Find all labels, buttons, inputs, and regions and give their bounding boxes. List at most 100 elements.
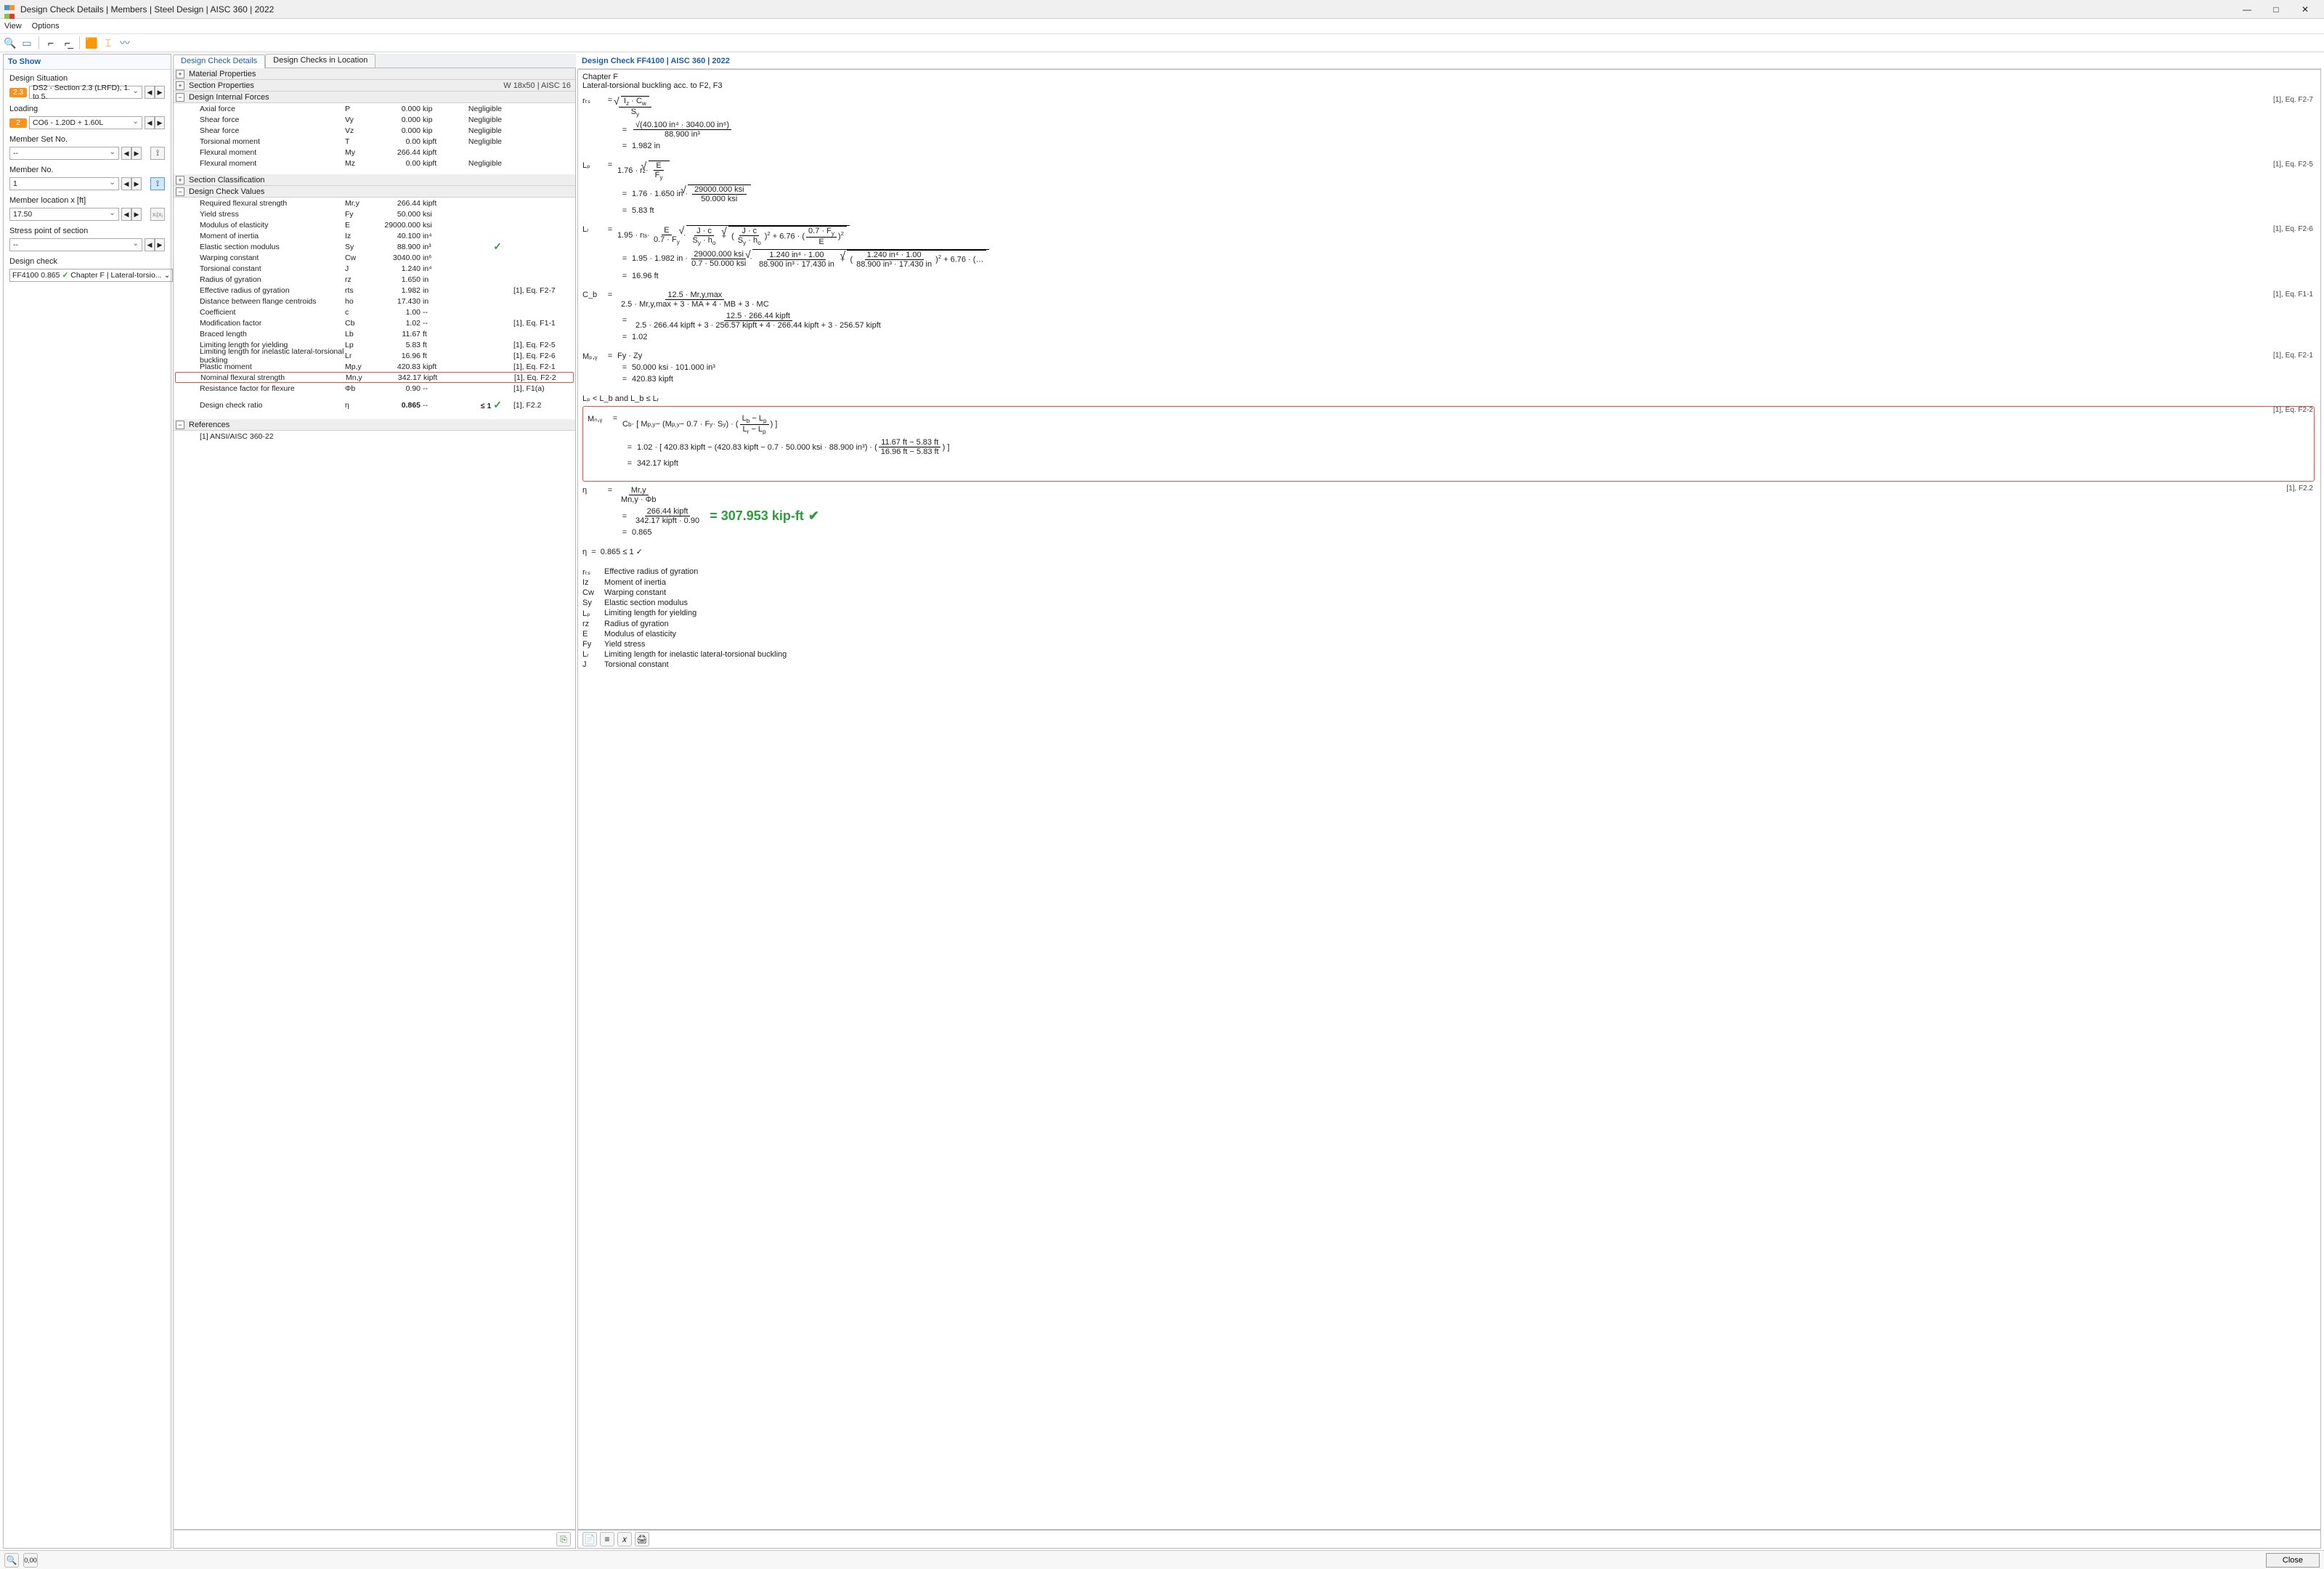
- menu-view[interactable]: View: [4, 22, 22, 31]
- eta-condition: η = 0.865 ≤ 1 ✓: [582, 547, 2315, 556]
- stress-point-label: Stress point of section: [9, 227, 165, 235]
- tool-graph-icon[interactable]: 〰: [118, 36, 132, 50]
- minimize-button[interactable]: —: [2232, 1, 2262, 18]
- data-row: Effective radius of gyrationrts1.982in[1…: [174, 285, 575, 296]
- tool-beam2-icon[interactable]: ⌐̲: [60, 36, 75, 50]
- section-row[interactable]: +Section Classification: [174, 174, 575, 186]
- next-button[interactable]: ▶: [131, 147, 142, 160]
- data-row: Braced lengthLb11.67ft: [174, 328, 575, 339]
- eq-tool3-icon[interactable]: 𝑥: [617, 1532, 632, 1546]
- locate-member-button[interactable]: ⟟: [150, 177, 165, 190]
- tabbar: Design Check Details Design Checks in Lo…: [173, 54, 576, 68]
- toggle-icon[interactable]: −: [176, 93, 184, 102]
- data-row: Limiting length for inelastic lateral-to…: [174, 350, 575, 361]
- next-button[interactable]: ▶: [155, 238, 165, 251]
- prev-button[interactable]: ◀: [121, 177, 131, 190]
- data-row: Moment of inertiaIz40.100in⁴: [174, 230, 575, 241]
- legend-row: SyElastic section modulus: [582, 598, 2315, 608]
- titlebar: Design Check Details | Members | Steel D…: [0, 0, 2324, 19]
- loading-select[interactable]: CO6 - 1.20D + 1.60L: [29, 116, 142, 129]
- prev-button[interactable]: ◀: [121, 208, 131, 221]
- panel-details: Design Check Details Design Checks in Lo…: [173, 54, 576, 1549]
- status-units-icon[interactable]: 0,00: [23, 1553, 38, 1568]
- reference-row: [1] ANSI/AISC 360-22: [174, 431, 575, 442]
- section-row[interactable]: +Material Properties: [174, 68, 575, 80]
- panel-equations: Design Check FF4100 | AISC 360 | 2022 Ch…: [577, 54, 2321, 1549]
- next-button[interactable]: ▶: [131, 177, 142, 190]
- next-button[interactable]: ▶: [155, 116, 165, 129]
- design-check-select[interactable]: FF4100 0.865 ✓ Chapter F | Lateral-torsi…: [9, 269, 173, 282]
- eq-tool1-icon[interactable]: 📄: [582, 1532, 597, 1546]
- data-row: Required flexural strengthMr,y266.44kipf…: [174, 198, 575, 208]
- equation-eta: η= Mr,yMn,y · Φb =266.44 kipft342.17 kip…: [582, 486, 2315, 540]
- tool-beam1-icon[interactable]: ⌐: [44, 36, 58, 50]
- data-row: Yield stressFy50.000ksi: [174, 208, 575, 219]
- member-set-label: Member Set No.: [9, 135, 165, 144]
- section-row[interactable]: −Design Internal Forces: [174, 92, 575, 103]
- data-row: Shear forceVy0.000kipNegligible: [174, 114, 575, 125]
- data-row: Radius of gyrationrz1.650in: [174, 274, 575, 285]
- chapter-label: Chapter F: [582, 73, 2315, 81]
- design-situation-label: Design Situation: [9, 74, 165, 83]
- check-ok-icon: ✓: [62, 271, 68, 280]
- data-row: Axial forceP0.000kipNegligible: [174, 103, 575, 114]
- legend-row: rzRadius of gyration: [582, 619, 2315, 629]
- loading-label: Loading: [9, 105, 165, 113]
- prev-button[interactable]: ◀: [145, 116, 155, 129]
- equation: Lᵣ= 1.95 · rts · E0.7 · Fy · J · cSy · h…: [582, 225, 2315, 283]
- section-row[interactable]: −Design Check Values: [174, 186, 575, 198]
- tool-colors-icon[interactable]: 🟧: [84, 36, 99, 50]
- member-no-select[interactable]: 1: [9, 177, 119, 190]
- tool-zoom-icon[interactable]: 🔍: [3, 36, 17, 50]
- eq-tool2-icon[interactable]: ≡: [600, 1532, 614, 1546]
- menubar: View Options: [0, 19, 2324, 33]
- prev-button[interactable]: ◀: [145, 238, 155, 251]
- locate-button[interactable]: ⟟: [150, 147, 165, 160]
- legend-row: EModulus of elasticity: [582, 629, 2315, 639]
- tool-section-icon[interactable]: ⌶: [101, 36, 115, 50]
- prev-button[interactable]: ◀: [121, 147, 131, 160]
- next-button[interactable]: ▶: [155, 86, 165, 99]
- equation: Mₙ,ᵧ= Cb · [ Mp,y − (Mp,y − 0.7 · Fy · S…: [588, 414, 2309, 471]
- toggle-icon[interactable]: +: [176, 70, 184, 78]
- panel-to-show: To Show Design Situation 2.3 DS2 - Secti…: [3, 54, 171, 1549]
- design-situation-select[interactable]: DS2 - Section 2.3 (LRFD), 1. to 5.: [29, 86, 142, 99]
- prev-button[interactable]: ◀: [145, 86, 155, 99]
- subtitle: Lateral-torsional buckling acc. to F2, F…: [582, 81, 2315, 90]
- data-row: Distance between flange centroidsho17.43…: [174, 296, 575, 307]
- section-row[interactable]: +Section PropertiesW 18x50 | AISC 16: [174, 80, 575, 92]
- stress-point-select[interactable]: --: [9, 238, 142, 251]
- tab-design-check-details[interactable]: Design Check Details: [173, 54, 265, 68]
- export-icon[interactable]: ⎘: [556, 1532, 571, 1546]
- tool-filter-icon[interactable]: ▭: [20, 36, 34, 50]
- member-loc-label: Member location x [ft]: [9, 196, 165, 205]
- maximize-button[interactable]: □: [2262, 1, 2291, 18]
- member-loc-select[interactable]: 17.50: [9, 208, 119, 221]
- close-window-button[interactable]: ✕: [2291, 1, 2320, 18]
- member-set-select[interactable]: --: [9, 147, 119, 160]
- member-no-label: Member No.: [9, 166, 165, 174]
- data-row: Flexural momentMy266.44kipft: [174, 147, 575, 158]
- toggle-icon[interactable]: −: [176, 421, 184, 429]
- xixj-button[interactable]: xᵢ|xⱼ: [150, 208, 165, 221]
- tab-design-checks-location[interactable]: Design Checks in Location: [265, 54, 375, 68]
- toggle-icon[interactable]: −: [176, 187, 184, 196]
- legend-row: JTorsional constant: [582, 660, 2315, 670]
- menu-options[interactable]: Options: [32, 22, 60, 31]
- data-row: Flexural momentMz0.00kipftNegligible: [174, 158, 575, 169]
- data-row: Resistance factor for flexureΦb0.90--[1]…: [174, 383, 575, 394]
- legend-row: rₜₛEffective radius of gyration: [582, 567, 2315, 577]
- data-row: Plastic momentMp,y420.83kipft[1], Eq. F2…: [174, 361, 575, 372]
- close-button[interactable]: Close: [2266, 1553, 2320, 1568]
- eq-print-icon[interactable]: 🖨: [635, 1532, 649, 1546]
- legend: rₜₛEffective radius of gyrationIzMoment …: [582, 567, 2315, 670]
- data-row: Torsional momentT0.00kipftNegligible: [174, 136, 575, 147]
- toggle-icon[interactable]: +: [176, 81, 184, 90]
- next-button[interactable]: ▶: [131, 208, 142, 221]
- eq-footer: 📄 ≡ 𝑥 🖨: [577, 1530, 2321, 1549]
- toggle-icon[interactable]: +: [176, 176, 184, 185]
- bottombar: 🔍 0,00 Close: [0, 1550, 2324, 1569]
- status-search-icon[interactable]: 🔍: [4, 1553, 19, 1568]
- section-row[interactable]: −References: [174, 419, 575, 431]
- equation: rₜₛ= Iz · CwSy=√(40.100 in⁴ · 3040.00 in…: [582, 96, 2315, 153]
